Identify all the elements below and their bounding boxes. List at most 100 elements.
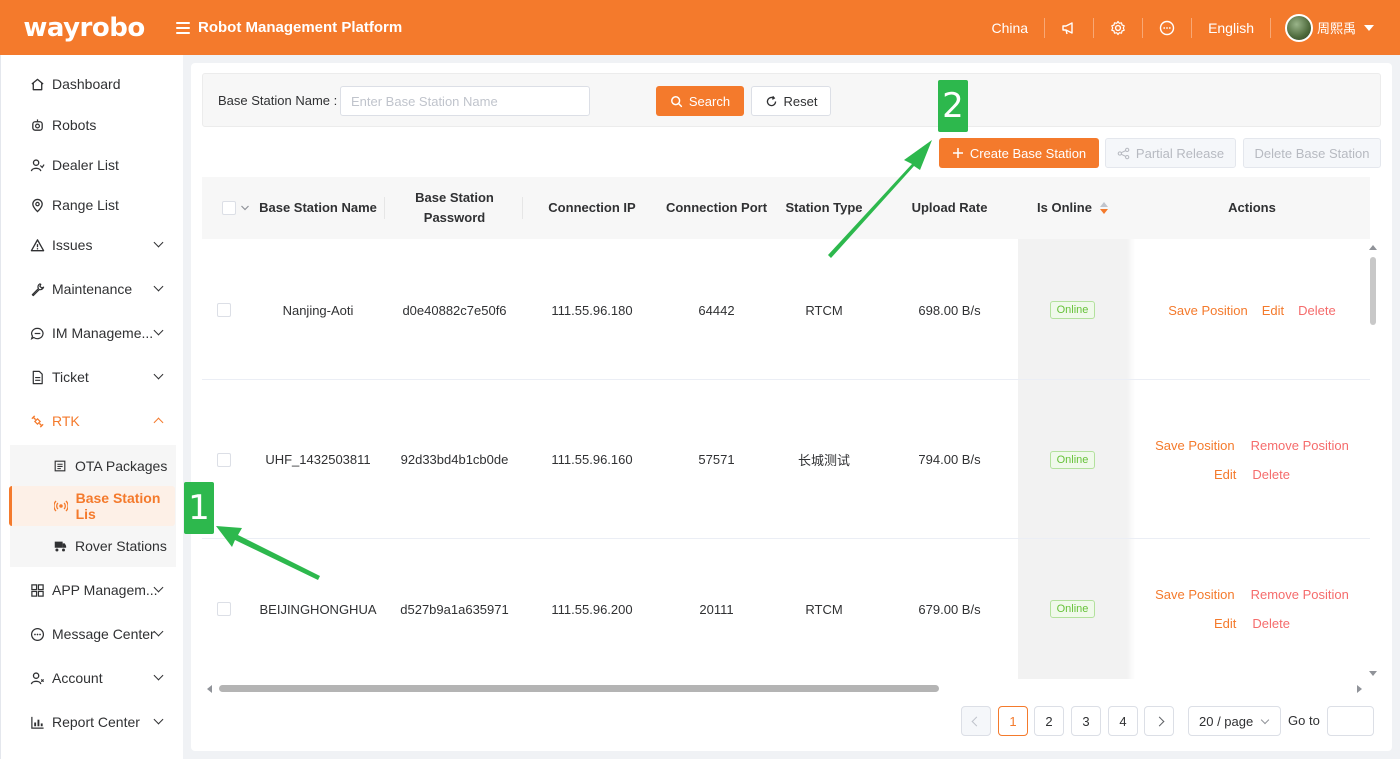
create-button-label: Create Base Station bbox=[969, 145, 1087, 161]
checkbox[interactable] bbox=[217, 452, 231, 467]
row-checkbox-cell[interactable] bbox=[216, 539, 232, 679]
caret-down-icon bbox=[1364, 24, 1374, 31]
table-row: Nanjing-Aoti d0e40882c7e50f6 111.55.96.1… bbox=[202, 240, 1370, 380]
status-badge: Online bbox=[1049, 600, 1096, 618]
wayrobo-logo[interactable]: wayrobo bbox=[0, 13, 168, 43]
menu-toggle-icon[interactable] bbox=[176, 21, 190, 34]
chevron-down-icon bbox=[153, 714, 164, 725]
connection-port-cell: 20111 bbox=[699, 601, 734, 617]
chat-icon bbox=[29, 325, 45, 341]
sidebar-item-report-center[interactable]: Report Center bbox=[1, 702, 184, 742]
vertical-scroll-thumb[interactable] bbox=[1370, 257, 1376, 325]
sidebar-item-maintenance[interactable]: Maintenance bbox=[1, 269, 184, 309]
save-position-link[interactable]: Save Position bbox=[1155, 438, 1235, 453]
base-station-name-input[interactable]: Enter Base Station Name bbox=[340, 86, 590, 116]
partial-release-button[interactable]: Partial Release bbox=[1105, 138, 1236, 168]
rover-icon bbox=[52, 538, 68, 554]
robot-icon bbox=[29, 117, 45, 133]
is-online-header[interactable]: Is Online bbox=[1018, 177, 1127, 239]
column-divider bbox=[384, 197, 385, 219]
sidebar-item-message-center[interactable]: Message Center bbox=[1, 614, 184, 654]
sidebar-item-ticket[interactable]: Ticket bbox=[1, 357, 184, 397]
language-selector[interactable]: English bbox=[1191, 17, 1270, 38]
next-page-button[interactable] bbox=[1144, 706, 1174, 736]
save-position-link[interactable]: Save Position bbox=[1155, 587, 1235, 602]
page-button[interactable]: 1 bbox=[998, 706, 1028, 736]
connection-ip-cell: 111.55.96.200 bbox=[551, 601, 633, 617]
sidebar-item-label: Rover Stations bbox=[75, 538, 167, 554]
search-button[interactable]: Search bbox=[656, 86, 744, 116]
sidebar-item-label: Dealer List bbox=[52, 157, 119, 173]
create-base-station-button[interactable]: Create Base Station bbox=[939, 138, 1099, 168]
table-header: Base Station Name Base Station Password … bbox=[202, 177, 1370, 239]
delete-link[interactable]: Delete bbox=[1252, 616, 1290, 631]
chat-bubble-icon[interactable] bbox=[1142, 17, 1191, 38]
edit-link[interactable]: Edit bbox=[1262, 303, 1284, 318]
save-position-link[interactable]: Save Position bbox=[1168, 303, 1248, 318]
chevron-down-icon bbox=[153, 237, 164, 248]
select-all-checkbox[interactable] bbox=[216, 177, 256, 239]
column-header: Is Online bbox=[1037, 200, 1092, 215]
sidebar-item-base-station-list[interactable]: Base Station Lis bbox=[9, 486, 175, 526]
sidebar-item-im-management[interactable]: IM Manageme... bbox=[1, 313, 184, 353]
horizontal-scrollbar[interactable] bbox=[205, 683, 1365, 693]
sidebar-item-robots[interactable]: Robots bbox=[1, 105, 184, 145]
message-icon bbox=[29, 626, 45, 642]
page-size-value: 20 / page bbox=[1199, 713, 1254, 729]
goto-page-input[interactable] bbox=[1327, 706, 1374, 736]
sidebar-item-account[interactable]: Account bbox=[1, 658, 184, 698]
page-button[interactable]: 4 bbox=[1108, 706, 1138, 736]
chevron-down-icon bbox=[1260, 715, 1270, 725]
actions-line: Edit Delete bbox=[1214, 616, 1290, 631]
sidebar-item-ota-packages[interactable]: OTA Packages bbox=[10, 446, 176, 486]
chevron-left-icon bbox=[971, 716, 981, 726]
remove-position-link[interactable]: Remove Position bbox=[1251, 587, 1349, 602]
row-checkbox-cell[interactable] bbox=[216, 240, 232, 380]
grid-icon bbox=[29, 582, 45, 598]
user-menu[interactable]: 周熙禹 bbox=[1269, 13, 1400, 42]
sidebar-item-range-list[interactable]: Range List bbox=[1, 185, 184, 225]
page-button[interactable]: 2 bbox=[1034, 706, 1064, 736]
checkbox[interactable] bbox=[222, 201, 236, 215]
sort-icon[interactable] bbox=[1099, 202, 1108, 214]
edit-link[interactable]: Edit bbox=[1214, 616, 1236, 631]
page-size-select[interactable]: 20 / page bbox=[1188, 706, 1281, 736]
scroll-down-icon[interactable] bbox=[1369, 671, 1377, 676]
main-content: Base Station Name : Enter Base Station N… bbox=[191, 63, 1392, 751]
reset-button[interactable]: Reset bbox=[751, 86, 831, 116]
vertical-scrollbar[interactable] bbox=[1368, 241, 1378, 681]
scroll-left-icon[interactable] bbox=[207, 685, 212, 693]
page-button[interactable]: 3 bbox=[1071, 706, 1101, 736]
sidebar-item-label: Dashboard bbox=[52, 76, 121, 92]
annotation-marker-1: 1 bbox=[184, 482, 214, 534]
sidebar-item-rover-stations[interactable]: Rover Stations bbox=[10, 526, 176, 566]
checkbox[interactable] bbox=[217, 602, 231, 616]
sidebar-item-dashboard[interactable]: Dashboard bbox=[1, 64, 184, 104]
sidebar-item-app-management[interactable]: APP Managem... bbox=[1, 570, 184, 610]
sidebar-item-rtk[interactable]: RTK bbox=[1, 401, 184, 441]
connection-port-cell: 64442 bbox=[698, 302, 735, 318]
row-checkbox-cell[interactable] bbox=[216, 380, 232, 539]
sidebar-item-label: Report Center bbox=[52, 714, 140, 730]
chevron-down-icon bbox=[153, 281, 164, 292]
sidebar-item-issues[interactable]: Issues bbox=[1, 225, 184, 265]
settings-gear-icon[interactable] bbox=[1093, 17, 1142, 38]
delete-base-station-button[interactable]: Delete Base Station bbox=[1243, 138, 1381, 168]
edit-link[interactable]: Edit bbox=[1214, 467, 1236, 482]
column-header: Actions bbox=[1228, 200, 1276, 215]
station-name-cell: UHF_1432503811 bbox=[265, 452, 371, 467]
region-selector[interactable]: China bbox=[975, 18, 1044, 38]
delete-link[interactable]: Delete bbox=[1252, 467, 1290, 482]
horizontal-scroll-thumb[interactable] bbox=[219, 685, 939, 692]
checkbox[interactable] bbox=[217, 303, 231, 317]
upload-rate-cell: 679.00 B/s bbox=[918, 601, 981, 617]
station-name-cell: Nanjing-Aoti bbox=[282, 302, 354, 318]
delete-link[interactable]: Delete bbox=[1298, 303, 1336, 318]
sidebar-item-dealer-list[interactable]: Dealer List bbox=[1, 145, 184, 185]
announcement-icon[interactable] bbox=[1044, 17, 1093, 38]
scroll-up-icon[interactable] bbox=[1369, 245, 1377, 250]
prev-page-button[interactable] bbox=[961, 706, 991, 736]
remove-position-link[interactable]: Remove Position bbox=[1251, 438, 1349, 453]
chevron-down-icon bbox=[153, 626, 164, 637]
scroll-right-icon[interactable] bbox=[1357, 685, 1362, 693]
